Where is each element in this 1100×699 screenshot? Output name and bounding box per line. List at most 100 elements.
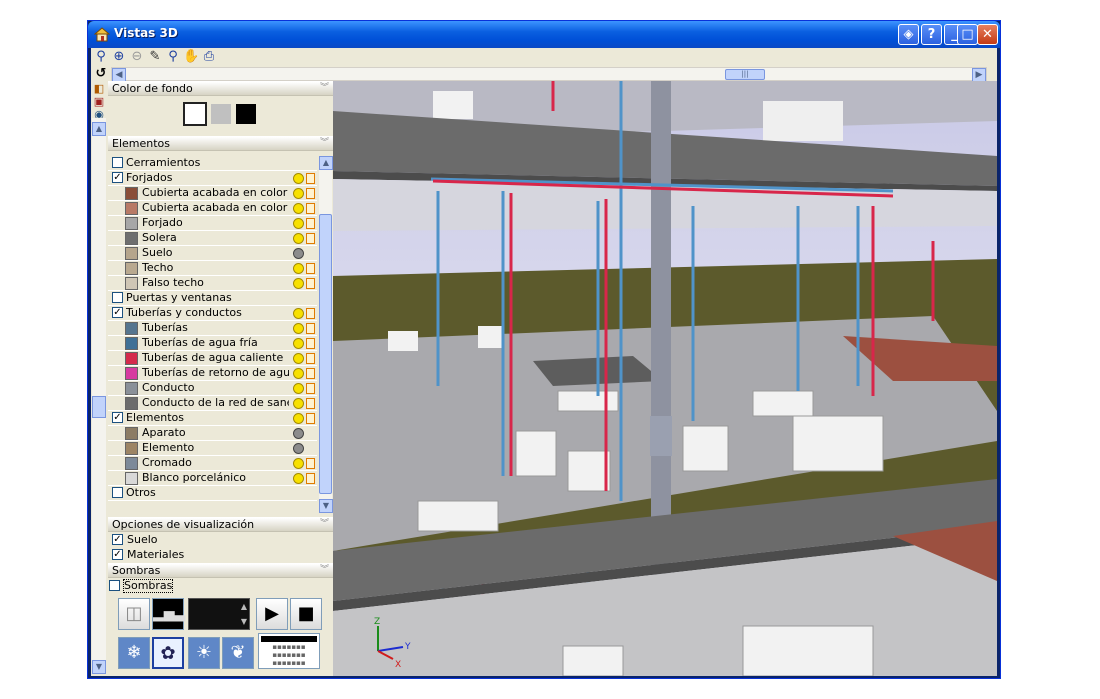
visibility-bulb-icon[interactable] [293, 428, 304, 439]
tree-scroll-down-button[interactable]: ▼ [319, 499, 333, 513]
title-bar[interactable]: Vistas 3D ◈ ? _ □ ✕ [88, 21, 1000, 48]
help-button[interactable]: ? [921, 24, 942, 45]
transparency-icon[interactable] [306, 173, 315, 184]
tree-checkbox[interactable]: ✓ [112, 307, 123, 318]
close-button[interactable]: ✕ [977, 24, 998, 45]
transparency-icon[interactable] [306, 233, 315, 244]
transparency-icon[interactable] [306, 398, 315, 409]
transparency-icon[interactable] [306, 353, 315, 364]
tree-row[interactable]: Puertas y ventanas [108, 291, 317, 306]
horizontal-scroll-thumb[interactable]: ||| [725, 69, 765, 80]
visibility-bulb-icon[interactable] [293, 473, 304, 484]
material-swatch[interactable] [125, 367, 138, 380]
maple-leaf-icon[interactable]: ❦ [222, 637, 254, 669]
zoom-window-icon[interactable]: ⚲ [165, 49, 181, 65]
tree-row[interactable]: ✓ Forjados [108, 171, 317, 186]
tree-row[interactable]: Cromado [108, 456, 317, 471]
tree-checkbox[interactable] [112, 487, 123, 498]
material-swatch[interactable] [125, 187, 138, 200]
transparency-icon[interactable] [306, 203, 315, 214]
bg-color-white[interactable] [183, 102, 207, 126]
skyline-icon[interactable]: ▂▅▃ [152, 598, 185, 630]
tree-scroll-up-button[interactable]: ▲ [319, 156, 333, 170]
tree-row[interactable]: Cerramientos [108, 156, 317, 171]
visibility-bulb-icon[interactable] [293, 278, 304, 289]
material-swatch[interactable] [125, 217, 138, 230]
checkbox[interactable] [109, 580, 120, 591]
horizontal-scrollbar[interactable]: ↺ ◀ ||| ▶ [91, 66, 997, 82]
transparency-icon[interactable] [306, 278, 315, 289]
tree-row[interactable]: Otros [108, 486, 317, 501]
tree-scrollbar[interactable]: ▲ ▼ [319, 156, 333, 513]
tree-row[interactable]: Tuberías de agua fría [108, 336, 317, 351]
visibility-bulb-icon[interactable] [293, 413, 304, 424]
material-swatch[interactable] [125, 232, 138, 245]
material-swatch[interactable] [125, 247, 138, 260]
tree-row[interactable]: Elemento [108, 441, 317, 456]
pan-hand-icon[interactable]: ✋ [183, 49, 199, 65]
visibility-bulb-icon[interactable] [293, 308, 304, 319]
left-scroll-down-button[interactable]: ▼ [92, 660, 106, 674]
material-swatch[interactable] [125, 202, 138, 215]
transparency-icon[interactable] [306, 368, 315, 379]
tree-row[interactable]: Solera [108, 231, 317, 246]
sun-icon[interactable]: ☀ [188, 637, 220, 669]
tree-checkbox[interactable] [112, 292, 123, 303]
visibility-bulb-icon[interactable] [293, 263, 304, 274]
visibility-bulb-icon[interactable] [293, 248, 304, 259]
collapse-icon[interactable]: ︾ [320, 518, 329, 531]
transparency-icon[interactable] [306, 473, 315, 484]
help-pin-button[interactable]: ◈ [898, 24, 919, 45]
3d-viewport[interactable]: Z Y X [333, 81, 997, 676]
transparency-icon[interactable] [306, 308, 315, 319]
tree-row[interactable]: Forjado [108, 216, 317, 231]
bg-color-black[interactable] [236, 104, 256, 124]
transparency-icon[interactable] [306, 218, 315, 229]
transparency-icon[interactable] [306, 338, 315, 349]
visibility-bulb-icon[interactable] [293, 443, 304, 454]
visibility-bulb-icon[interactable] [293, 233, 304, 244]
elements-section-header[interactable]: Elementos ︾ [108, 136, 333, 151]
tree-row[interactable]: Conducto [108, 381, 317, 396]
3d-scene[interactable]: Z Y X [333, 81, 997, 676]
tree-row[interactable]: Blanco porcelánico [108, 471, 317, 486]
rotate-icon[interactable]: ↺ [93, 66, 109, 82]
tree-checkbox[interactable]: ✓ [112, 412, 123, 423]
play-icon[interactable]: ▶ [256, 598, 288, 630]
zoom-select-icon[interactable]: ⚲ [93, 49, 109, 65]
visibility-bulb-icon[interactable] [293, 398, 304, 409]
tree-checkbox[interactable]: ✓ [112, 172, 123, 183]
tree-row[interactable]: Tuberías de agua caliente [108, 351, 317, 366]
tree-row[interactable]: Conducto de la red de saneami... [108, 396, 317, 411]
tree-checkbox[interactable] [112, 157, 123, 168]
transparency-icon[interactable] [306, 263, 315, 274]
tree-row[interactable]: Tuberías de retorno de agua ca... [108, 366, 317, 381]
collapse-icon[interactable]: ︾ [320, 82, 329, 95]
material-swatch[interactable] [125, 427, 138, 440]
transparency-icon[interactable] [306, 323, 315, 334]
transparency-icon[interactable] [306, 413, 315, 424]
checkbox[interactable]: ✓ [112, 549, 123, 560]
maximize-button[interactable]: □ [957, 24, 978, 45]
checkbox[interactable]: ✓ [112, 534, 123, 545]
time-slider[interactable]: ▲ ▼ [188, 598, 250, 630]
cube-icon[interactable]: ◧ [92, 82, 106, 95]
tree-row[interactable]: Suelo [108, 246, 317, 261]
transparency-icon[interactable] [306, 458, 315, 469]
print-icon[interactable]: ⎙ [201, 49, 217, 65]
scroll-left-button[interactable]: ◀ [112, 68, 126, 82]
visibility-bulb-icon[interactable] [293, 173, 304, 184]
material-swatch[interactable] [125, 277, 138, 290]
shadows-section-header[interactable]: Sombras ︾ [108, 563, 333, 578]
stop-icon[interactable]: ■ [290, 598, 322, 630]
snowflake-icon[interactable]: ❄ [118, 637, 150, 669]
material-swatch[interactable] [125, 382, 138, 395]
tree-row[interactable]: ✓ Elementos [108, 411, 317, 426]
monitor-icon[interactable]: ▣ [92, 95, 106, 108]
bg-color-grey[interactable] [211, 104, 231, 124]
tree-row[interactable]: ✓ Tuberías y conductos [108, 306, 317, 321]
material-swatch[interactable] [125, 457, 138, 470]
tree-row[interactable]: Falso techo [108, 276, 317, 291]
left-scroll-thumb[interactable] [92, 396, 106, 418]
tree-row[interactable]: Techo [108, 261, 317, 276]
